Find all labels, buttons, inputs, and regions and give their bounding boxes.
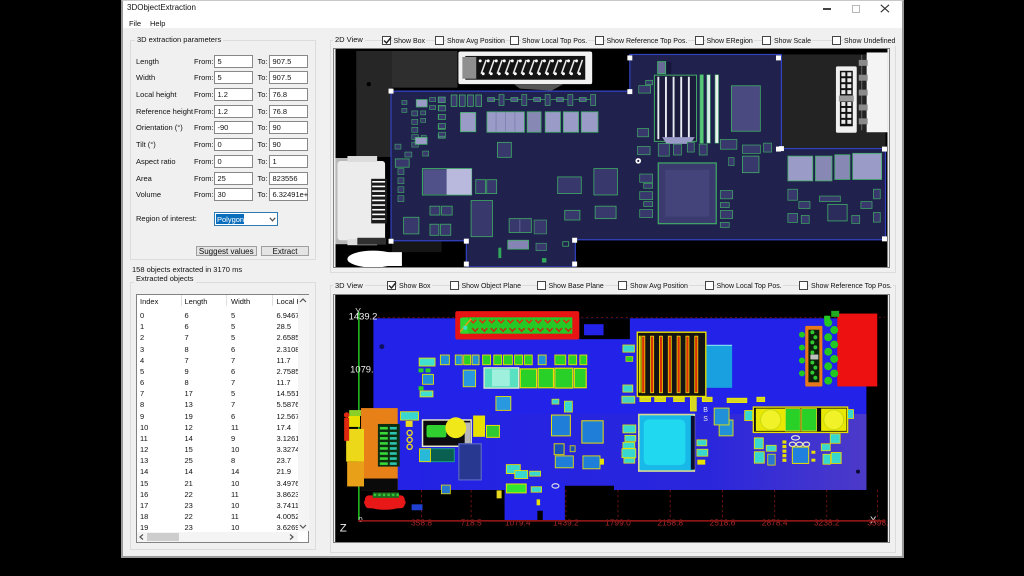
- svg-text:S: S: [703, 416, 708, 423]
- svg-text:718.5: 718.5: [461, 518, 482, 528]
- svg-text:358.8: 358.8: [411, 518, 432, 528]
- svg-text:3598.: 3598.: [867, 518, 888, 528]
- svg-text:2158.8: 2158.8: [657, 518, 683, 528]
- svg-text:B: B: [703, 407, 708, 414]
- svg-text:1079.: 1079.: [350, 363, 374, 374]
- svg-text:Z: Z: [340, 523, 347, 535]
- svg-text:1439.2: 1439.2: [349, 311, 378, 322]
- svg-text:2878.4: 2878.4: [762, 518, 788, 528]
- svg-text:1799.0: 1799.0: [605, 518, 631, 528]
- svg-text:3238.2: 3238.2: [814, 518, 840, 528]
- svg-text:0: 0: [359, 515, 363, 524]
- svg-text:2518.6: 2518.6: [710, 518, 736, 528]
